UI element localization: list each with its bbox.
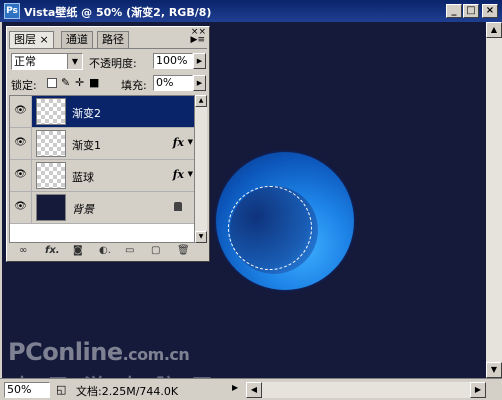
layer-row-blue-ball[interactable]: 👁 蓝球 fx ▼ (10, 160, 194, 192)
layer-name: 渐变2 (72, 107, 101, 120)
marquee-selection[interactable] (228, 186, 312, 270)
lock-label: 锁定: (11, 79, 37, 92)
opacity-label: 不透明度: (89, 57, 137, 70)
layer-row-gradient2[interactable]: 👁 渐变2 (10, 96, 194, 128)
horizontal-scrollbar[interactable]: ◀ ▶ (246, 382, 486, 398)
photoshop-document-window: Ps Vista壁纸 @ 50% (渐变2, RGB/8) _ □ × PCon… (0, 0, 502, 400)
folder-icon[interactable]: ▭ (125, 245, 134, 256)
lock-transparent-icon[interactable] (47, 78, 57, 88)
watermark-brand: PConline (8, 338, 123, 366)
watermark-text: PConline.com.cn (8, 338, 190, 366)
scroll-up-button[interactable]: ▲ (486, 22, 502, 38)
panel-menu-icon[interactable]: ▶≡ (191, 35, 205, 45)
panel-tabs: 图层 × 通道 路径 (9, 31, 205, 49)
trash-icon[interactable]: 🗑 (177, 245, 190, 256)
tab-channels[interactable]: 通道 (61, 31, 93, 48)
blend-opacity-row: 正常 ▼ 不透明度: 100% ▶ (11, 51, 206, 71)
fill-label: 填充: (121, 79, 147, 92)
opacity-field[interactable]: 100% (153, 53, 193, 69)
expand-arrow-icon[interactable]: ▼ (188, 138, 193, 146)
layer-thumbnail (36, 130, 66, 157)
eye-icon[interactable]: 👁 (10, 128, 32, 159)
eye-icon[interactable]: 👁 (10, 160, 32, 191)
lock-brush-icon[interactable]: ✎ (61, 76, 70, 89)
layers-scrollbar[interactable]: ▲ ▼ (195, 95, 207, 243)
fx-icon[interactable]: fx (173, 136, 184, 149)
scroll-down-button[interactable]: ▼ (486, 362, 502, 378)
minimize-button[interactable]: _ (446, 4, 462, 18)
status-arrow-icon[interactable]: ▶ (232, 383, 238, 392)
layer-name: 蓝球 (72, 171, 94, 184)
scroll-left-button[interactable]: ◀ (246, 382, 262, 398)
layer-thumbnail (36, 162, 66, 189)
layer-thumbnail (36, 98, 66, 125)
lock-icon (174, 202, 182, 211)
layer-row-gradient1[interactable]: 👁 渐变1 fx ▼ (10, 128, 194, 160)
blend-mode-select[interactable]: 正常 ▼ (11, 53, 83, 70)
doc-info: 文档:2.25M/744.0K (76, 385, 179, 398)
expand-arrow-icon[interactable]: ▼ (188, 170, 193, 178)
tab-paths[interactable]: 路径 (97, 31, 129, 48)
lock-fill-row: 锁定: ✎ ✛ ■ 填充: 0% ▶ (11, 73, 206, 93)
scroll-down-button[interactable]: ▼ (195, 231, 207, 243)
layers-list: 👁 渐变2 👁 渐变1 fx ▼ 👁 蓝球 fx ▼ 👁 背景 (9, 95, 195, 243)
scroll-up-button[interactable]: ▲ (195, 95, 207, 107)
blend-mode-value: 正常 (14, 55, 36, 68)
layer-name: 背景 (72, 203, 94, 216)
eye-icon[interactable]: 👁 (10, 192, 32, 223)
chevron-down-icon[interactable]: ▼ (67, 54, 82, 69)
tab-layers[interactable]: 图层 × (9, 31, 54, 49)
watermark-domain: .com.cn (122, 345, 190, 364)
fill-field[interactable]: 0% (153, 75, 193, 91)
vertical-scrollbar[interactable]: ▲ ▼ (486, 22, 502, 378)
opacity-slider-arrow[interactable]: ▶ (193, 53, 206, 69)
layer-name: 渐变1 (72, 139, 101, 152)
fill-slider-arrow[interactable]: ▶ (193, 75, 206, 91)
maximize-button[interactable]: □ (463, 4, 479, 18)
window-title: Vista壁纸 @ 50% (渐变2, RGB/8) (24, 6, 212, 19)
adjustment-icon[interactable]: ◐. (99, 245, 111, 256)
mask-icon[interactable]: ◙ (73, 245, 83, 256)
fx-icon[interactable]: fx (173, 168, 184, 181)
layer-thumbnail (36, 194, 66, 221)
lock-move-icon[interactable]: ✛ (75, 76, 84, 89)
status-bar: 50% ◱ 文档:2.25M/744.0K ▶ ◀ ▶ (0, 378, 502, 400)
eye-icon[interactable]: 👁 (10, 96, 32, 127)
scroll-right-button[interactable]: ▶ (470, 382, 486, 398)
watermark-chinese: 太平洋电脑网 (12, 370, 228, 378)
layer-row-background[interactable]: 👁 背景 (10, 192, 194, 224)
link-icon[interactable]: ∞ (19, 245, 27, 256)
status-menu-icon[interactable]: ◱ (56, 383, 66, 396)
tab-divider (9, 48, 207, 49)
lock-all-icon[interactable]: ■ (89, 76, 99, 89)
layers-panel: ×× 图层 × 通道 路径 ▶≡ 正常 ▼ 不透明度: 100% ▶ 锁定: ✎… (6, 26, 210, 262)
close-button[interactable]: × (482, 4, 498, 18)
photoshop-app-icon: Ps (4, 3, 20, 19)
panel-bottom-toolbar: ∞ fx. ◙ ◐. ▭ ▢ 🗑 (9, 245, 207, 259)
new-layer-icon[interactable]: ▢ (151, 245, 160, 256)
zoom-field[interactable]: 50% (4, 382, 50, 398)
fx-icon[interactable]: fx. (45, 245, 60, 256)
title-bar[interactable]: Ps Vista壁纸 @ 50% (渐变2, RGB/8) _ □ × (0, 0, 502, 22)
